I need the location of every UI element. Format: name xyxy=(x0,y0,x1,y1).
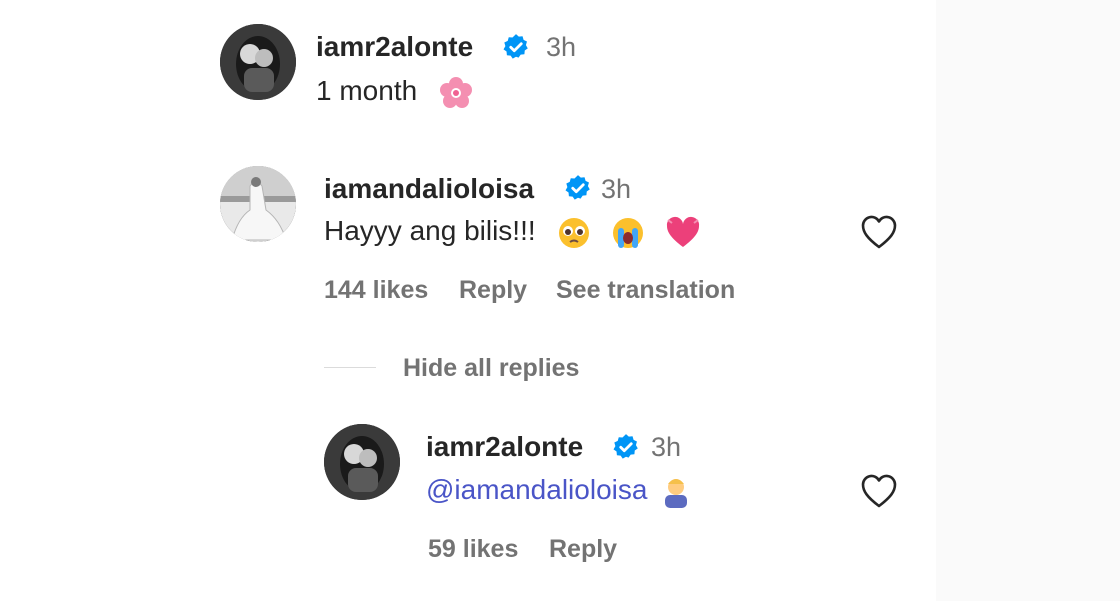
comment-body: Hayyy ang bilis!!! xyxy=(324,215,536,246)
reply-button[interactable]: Reply xyxy=(459,275,527,305)
comment-body: 1 month xyxy=(316,75,418,106)
reply-button[interactable]: Reply xyxy=(549,534,617,564)
comment-time[interactable]: 3h xyxy=(601,173,631,205)
pleading-face-icon xyxy=(559,217,590,248)
like-heart-icon[interactable] xyxy=(860,214,898,250)
see-translation-button[interactable]: See translation xyxy=(556,275,735,305)
comment-text: Hayyy ang bilis!!! xyxy=(324,214,701,250)
replies-divider xyxy=(324,367,376,368)
hide-replies-button[interactable]: Hide all replies xyxy=(403,353,579,383)
like-count[interactable]: 59 likes xyxy=(428,534,518,564)
growing-heart-icon xyxy=(666,216,700,247)
comment-time[interactable]: 3h xyxy=(546,31,576,63)
reply-username[interactable]: iamr2alonte xyxy=(426,431,583,463)
verified-badge-icon xyxy=(613,434,638,459)
avatar[interactable] xyxy=(220,166,296,242)
comment-text: 1 month xyxy=(316,74,473,110)
reply-time[interactable]: 3h xyxy=(651,431,681,463)
crying-face-icon xyxy=(613,217,644,248)
reply-text: @iamandalioloisa xyxy=(426,473,691,509)
mention-link[interactable]: @iamandalioloisa xyxy=(426,474,647,505)
like-heart-icon[interactable] xyxy=(860,473,898,509)
right-panel xyxy=(936,0,1120,601)
comment-username[interactable]: iamandalioloisa xyxy=(324,173,534,205)
verified-badge-icon xyxy=(503,34,528,59)
like-count[interactable]: 144 likes xyxy=(324,275,428,305)
comment-username[interactable]: iamr2alonte xyxy=(316,31,473,63)
person-bowing-icon xyxy=(665,478,688,508)
flower-icon xyxy=(439,76,472,108)
avatar[interactable] xyxy=(324,424,400,500)
verified-badge-icon xyxy=(565,175,590,200)
avatar[interactable] xyxy=(220,24,296,100)
